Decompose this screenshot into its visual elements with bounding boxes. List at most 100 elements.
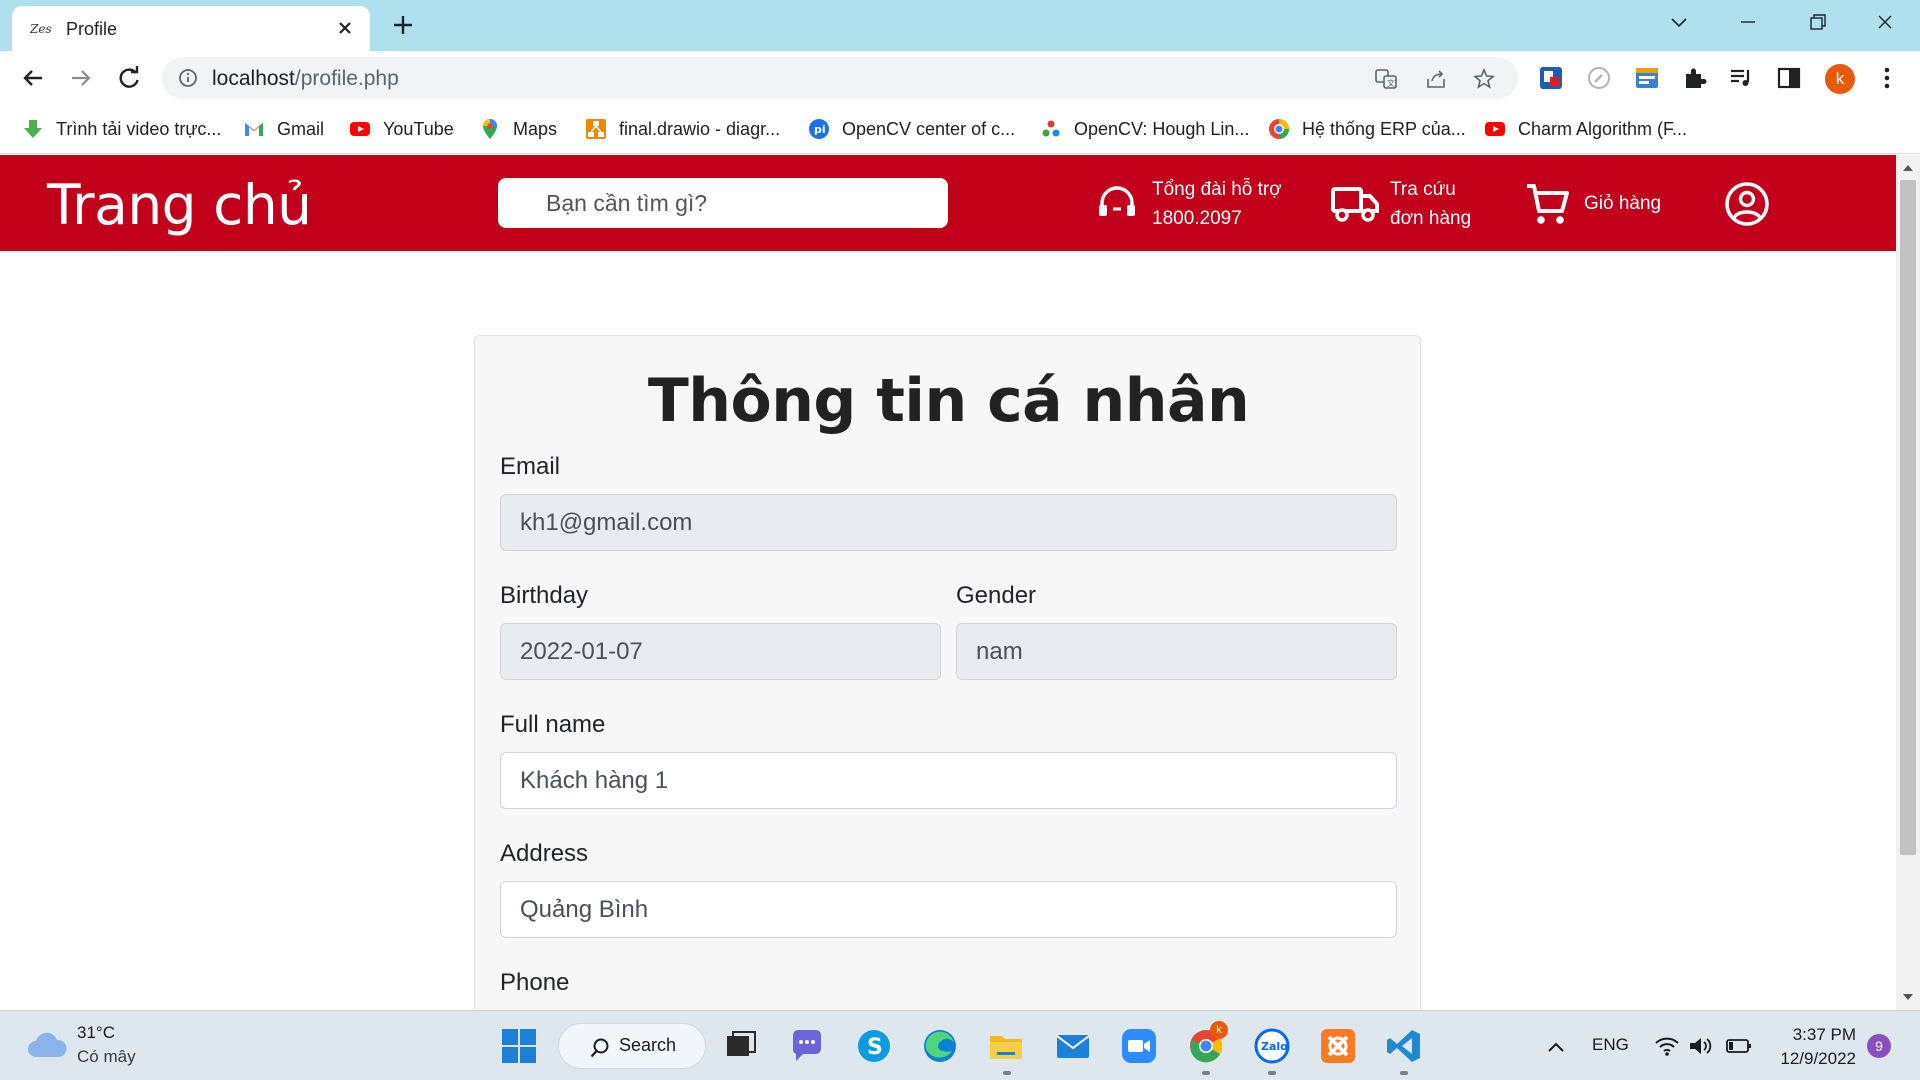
bookmark-erp[interactable]: Hệ thống ERP của... xyxy=(1268,115,1466,143)
media-control-icon[interactable] xyxy=(1728,65,1754,91)
drawio-icon xyxy=(586,119,606,139)
bookmark-opencv-center[interactable]: pi OpenCV center of c... xyxy=(808,115,1015,143)
windows-start-icon[interactable] xyxy=(500,1027,538,1065)
user-account-icon[interactable] xyxy=(1724,181,1770,227)
order-tracking-link[interactable]: Tra cứu đơn hàng xyxy=(1390,175,1471,233)
forward-arrow-icon[interactable] xyxy=(66,63,96,93)
pyimagesearch-icon: pi xyxy=(809,119,829,139)
bookmark-star-icon[interactable] xyxy=(1472,67,1496,91)
skype-icon[interactable]: S xyxy=(855,1027,893,1065)
bookmark-opencv-hough[interactable]: OpenCV: Hough Lin... xyxy=(1040,115,1249,143)
close-tab-icon[interactable] xyxy=(334,17,356,39)
side-panel-icon[interactable] xyxy=(1776,65,1802,91)
xampp-icon[interactable] xyxy=(1319,1027,1357,1065)
gmail-icon xyxy=(245,123,263,136)
minimize-icon[interactable] xyxy=(1733,10,1763,34)
page-viewport: Trang chủ Tổng đài hỗ trợ 1800.2097 Tra … xyxy=(0,155,1896,1010)
notification-badge[interactable]: 9 xyxy=(1867,1034,1891,1058)
browser-toolbar: localhost/profile.php 文 k xyxy=(0,51,1920,105)
url-text[interactable]: localhost/profile.php xyxy=(212,67,399,91)
teams-chat-icon[interactable] xyxy=(788,1027,826,1065)
bookmark-drawio[interactable]: final.drawio - diagr... xyxy=(585,115,780,143)
extensions-puzzle-icon[interactable] xyxy=(1682,65,1708,91)
reload-icon[interactable] xyxy=(114,63,144,93)
youtube-icon xyxy=(350,122,370,136)
hotline-link[interactable]: Tổng đài hỗ trợ 1800.2097 xyxy=(1152,175,1282,233)
bookmark-label: Maps xyxy=(513,118,558,139)
wifi-icon[interactable] xyxy=(1654,1035,1680,1057)
translate-icon[interactable]: 文 xyxy=(1374,67,1398,91)
bookmark-label: OpenCV center of c... xyxy=(842,118,1016,139)
clock-time: 3:37 PM xyxy=(1792,1025,1856,1044)
taskbar-search-button[interactable]: Search xyxy=(558,1023,706,1069)
scroll-thumb[interactable] xyxy=(1900,180,1916,855)
volume-icon[interactable] xyxy=(1688,1035,1714,1057)
cloud-weather-icon[interactable] xyxy=(26,1029,68,1063)
battery-icon[interactable] xyxy=(1725,1036,1753,1056)
running-indicator xyxy=(1202,1071,1210,1075)
language-indicator[interactable]: ENG xyxy=(1592,1035,1629,1055)
bookmark-label: Gmail xyxy=(277,118,325,139)
birthday-label: Birthday xyxy=(500,582,589,609)
vscode-icon[interactable] xyxy=(1385,1027,1423,1065)
profile-avatar[interactable]: k xyxy=(1825,64,1855,94)
hotline-number: 1800.2097 xyxy=(1152,208,1242,229)
fullname-label: Full name xyxy=(500,711,606,738)
zoom-icon[interactable] xyxy=(1120,1027,1158,1065)
site-header: Trang chủ Tổng đài hỗ trợ 1800.2097 Tra … xyxy=(0,155,1896,251)
phone-label: Phone xyxy=(500,969,570,996)
taskbar-search-label: Search xyxy=(619,1035,677,1055)
back-arrow-icon[interactable] xyxy=(18,63,48,93)
tab-profile[interactable]: Zes Profile xyxy=(12,6,370,51)
system-clock[interactable]: 3:37 PM 12/9/2022 xyxy=(1768,1023,1856,1071)
bookmark-youtube[interactable]: YouTube xyxy=(349,115,454,143)
erp-icon xyxy=(1269,119,1289,139)
more-menu-icon[interactable] xyxy=(1874,65,1900,91)
extension-vpn-icon[interactable] xyxy=(1538,65,1564,91)
hotline-label: Tổng đài hỗ trợ xyxy=(1152,179,1282,200)
gender-field[interactable] xyxy=(956,623,1397,680)
birthday-field[interactable] xyxy=(500,623,941,680)
weather-description[interactable]: Có mây xyxy=(77,1047,136,1067)
extension-window-icon[interactable] xyxy=(1634,65,1660,91)
mail-icon[interactable] xyxy=(1054,1027,1092,1065)
bookmark-label: OpenCV: Hough Lin... xyxy=(1074,118,1250,139)
weather-temperature[interactable]: 31°C xyxy=(77,1023,115,1043)
zalo-icon[interactable]: Zalo xyxy=(1253,1027,1291,1065)
search-icon xyxy=(590,1038,609,1058)
edge-browser-icon[interactable] xyxy=(921,1027,959,1065)
url-host: localhost xyxy=(212,67,295,90)
search-input[interactable] xyxy=(498,178,948,228)
chevron-up-icon[interactable] xyxy=(1544,1035,1568,1059)
bookmarks-bar: Trình tải video trực... Gmail YouTube Ma… xyxy=(0,105,1920,154)
cart-link[interactable]: Giỏ hàng xyxy=(1584,189,1661,218)
email-field[interactable] xyxy=(500,494,1397,551)
fullname-field[interactable] xyxy=(500,752,1397,809)
share-icon[interactable] xyxy=(1424,67,1448,91)
address-field[interactable] xyxy=(500,881,1397,938)
close-window-icon[interactable] xyxy=(1870,10,1900,34)
page-scrollbar[interactable] xyxy=(1896,155,1920,1010)
bookmark-gmail[interactable]: Gmail xyxy=(243,115,324,143)
running-indicator xyxy=(1268,1071,1276,1075)
page-title: Thông tin cá nhân xyxy=(647,366,1250,436)
extension-compass-icon[interactable] xyxy=(1586,65,1612,91)
chrome-profile-badge: k xyxy=(1210,1021,1228,1039)
maps-pin-icon xyxy=(483,119,497,139)
new-tab-icon[interactable] xyxy=(390,12,416,38)
file-explorer-icon[interactable] xyxy=(987,1027,1025,1065)
restore-icon[interactable] xyxy=(1802,10,1832,34)
home-link[interactable]: Trang chủ xyxy=(47,173,312,237)
delivery-truck-icon xyxy=(1331,187,1379,222)
bookmark-maps[interactable]: Maps xyxy=(479,115,557,143)
site-info-icon[interactable] xyxy=(178,68,198,88)
address-bar[interactable]: localhost/profile.php 文 xyxy=(162,57,1518,99)
running-indicator xyxy=(1400,1071,1408,1075)
bookmark-video-downloader[interactable]: Trình tải video trực... xyxy=(22,115,221,143)
task-view-icon[interactable] xyxy=(722,1027,760,1065)
clock-date: 12/9/2022 xyxy=(1780,1049,1856,1068)
scroll-up-icon[interactable] xyxy=(1902,163,1914,173)
scroll-down-icon[interactable] xyxy=(1902,992,1914,1002)
tab-search-chevron-icon[interactable] xyxy=(1664,10,1694,34)
bookmark-charm-algorithm[interactable]: Charm Algorithm (F... xyxy=(1484,115,1687,143)
